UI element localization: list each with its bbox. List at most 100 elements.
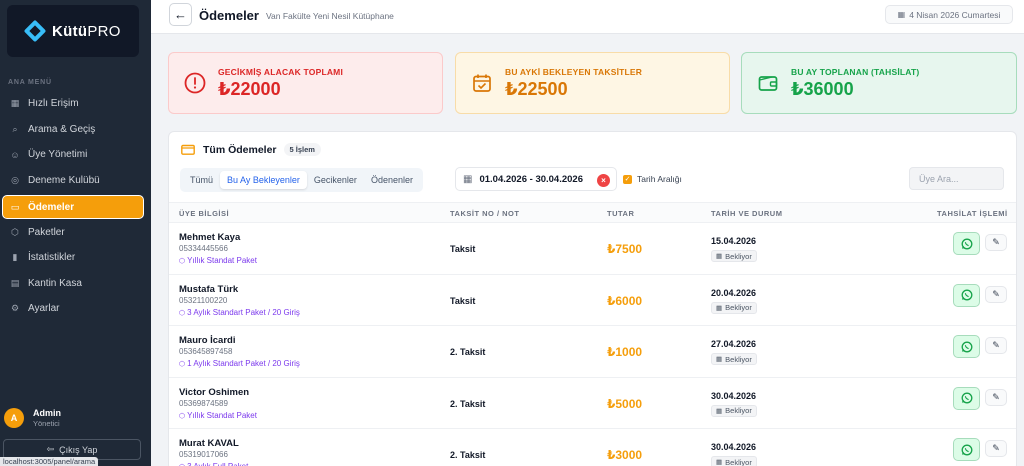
status-badge: ▦ Bekliyor — [711, 456, 757, 466]
page-header: ← Ödemeler Van Fakülte Yeni Nesil Kütüph… — [151, 0, 1024, 34]
chart-icon: ▮ — [12, 252, 18, 263]
sidebar-item--ye-y-netimi[interactable]: ☺ Üye Yönetimi — [0, 142, 151, 168]
member-package-text: Yıllık Standat Paket — [187, 410, 257, 420]
whatsapp-button[interactable] — [953, 232, 980, 255]
date-range-toggle-label: Tarih Aralığı — [637, 174, 682, 184]
overdue-label: GECİKMİŞ ALACAK TOPLAMI — [218, 66, 344, 77]
browser-status-url: localhost:3005/panel/arama — [0, 457, 99, 466]
sidebar-item-paketler[interactable]: ⬡ Paketler — [0, 219, 151, 245]
member-name: Murat KAVAL — [179, 438, 239, 449]
user-role: Yönetici — [33, 419, 60, 428]
calendar-icon: ▦ — [463, 173, 473, 185]
sidebar-item-i-statistikler[interactable]: ▮ İstatistikler — [0, 245, 151, 271]
member-package: ⬡3 Aylık Full Paket — [179, 462, 248, 466]
whatsapp-button[interactable] — [953, 386, 980, 410]
amount: ₺1000 — [607, 345, 643, 359]
calendar-check-icon — [471, 72, 493, 94]
edit-button[interactable]: ✎ — [985, 234, 1007, 251]
user-name: Admin — [33, 408, 61, 418]
calendar-icon: ▦ — [716, 304, 723, 312]
sidebar-item-label: Arama & Geçiş — [28, 123, 96, 135]
member-search-input[interactable] — [909, 167, 1004, 190]
checkbox-checked-icon[interactable]: ✓ — [623, 174, 632, 184]
calendar-icon: ▦ — [716, 356, 723, 363]
collected-label: BU AY TOPLANAN (TAHSİLAT) — [791, 66, 920, 77]
sidebar-item-label: Kantin Kasa — [28, 277, 82, 289]
table-row: Mehmet Kaya 05334445566 ⬡ Yıllık Standat Pa… — [169, 223, 1016, 275]
transaction-count-badge: 5 İşlem — [283, 143, 321, 156]
filter-tab-1[interactable]: Bu Ay Bekleyenler — [220, 171, 307, 189]
sidebar-item--demeler[interactable]: ▭ Ödemeler — [2, 195, 144, 220]
member-package-text: 3 Aylık Standart Paket / 20 Giriş — [187, 307, 300, 317]
member-name: Victor Oshimen — [179, 386, 250, 398]
calendar-icon: ▦ — [897, 10, 906, 19]
gear-icon: ⚙ — [10, 303, 20, 314]
due-date: 20.04.2026 — [711, 287, 757, 298]
whatsapp-button[interactable] — [953, 283, 980, 307]
status-text: Bekliyor — [725, 251, 752, 261]
status-text: Bekliyor — [725, 303, 752, 312]
edit-button[interactable]: ✎ — [985, 440, 1007, 457]
table-row: Mauro İcardi 053645897458 ⬡ 1 Aylık Standar… — [169, 326, 1016, 378]
member-package: ⬡ Yıllık Standat Paket — [179, 256, 257, 265]
clear-date-range-icon[interactable]: × — [597, 174, 610, 187]
whatsapp-icon — [961, 238, 973, 250]
overdue-total-card: GECİKMİŞ ALACAK TOPLAMI ₺22000 — [168, 52, 443, 114]
pending-installments-card: BU AYKİ BEKLEYEN TAKSİTLER ₺22500 — [455, 52, 730, 114]
edit-button[interactable]: ✎ — [985, 388, 1007, 406]
edit-button[interactable]: ✎ — [985, 337, 1007, 354]
sidebar-item-ayarlar[interactable]: ⚙ Ayarlar — [0, 296, 151, 322]
col-amount: TUTAR — [607, 209, 635, 218]
member-package-text: Yıllık Standat Paket — [187, 256, 257, 265]
sidebar: KütüPRO ANA MENÜ ▦ Hızlı Erişim ⌕ Arama & G… — [0, 0, 151, 466]
pencil-icon: ✎ — [992, 288, 1000, 299]
member-phone: 053645897458 — [179, 347, 233, 356]
member-phone: 05334445566 — [179, 244, 228, 253]
status-badge: ▦ Bekliyor — [711, 301, 757, 314]
app-logo[interactable]: KütüPRO — [7, 5, 139, 57]
status-badge: ▦ Bekliyor — [711, 353, 757, 365]
sidebar-item-label: Ödemeler — [28, 201, 75, 213]
whatsapp-button[interactable] — [953, 438, 980, 461]
back-button[interactable]: ← — [169, 3, 192, 26]
date-range-picker[interactable]: ▦ 01.04.2026 - 30.04.2026 × — [455, 167, 617, 191]
current-date-text: 4 Nisan 2026 Cumartesi — [909, 9, 1001, 20]
edit-button[interactable]: ✎ — [985, 285, 1007, 303]
pending-label: BU AYKİ BEKLEYEN TAKSİTLER — [505, 66, 643, 77]
whatsapp-icon — [961, 444, 973, 456]
installment-no: Taksit — [450, 295, 476, 306]
user-profile[interactable]: A Admin Yönetici — [4, 408, 61, 428]
avatar: A — [4, 408, 24, 428]
calendar-icon: ▦ — [716, 407, 723, 415]
logout-icon: ⇦ — [46, 444, 55, 454]
sidebar-item-h-zl-eri-im[interactable]: ▦ Hızlı Erişim — [0, 91, 151, 117]
whatsapp-button[interactable] — [953, 335, 980, 358]
sidebar-item-label: Hızlı Erişim — [28, 98, 79, 110]
status-badge: ▦ Bekliyor — [711, 404, 757, 417]
pencil-icon: ✎ — [992, 340, 1000, 350]
due-date: 27.04.2026 — [711, 339, 757, 349]
sidebar-item-deneme-kul-b-[interactable]: ◎ Deneme Kulübü — [0, 168, 151, 194]
sidebar-item-arama-ge-i-[interactable]: ⌕ Arama & Geçiş — [0, 117, 151, 143]
overdue-value: ₺22000 — [218, 78, 281, 99]
sidebar-item-label: Ayarlar — [28, 303, 60, 315]
wallet-icon — [757, 72, 779, 94]
target-icon: ◎ — [11, 175, 19, 186]
wallet-icon: ▭ — [10, 201, 20, 212]
date-range-toggle[interactable]: ✓ Tarih Aralığı — [623, 174, 682, 184]
installment-no: Taksit — [450, 244, 476, 254]
amount: ₺7500 — [607, 242, 643, 256]
sidebar-item-label: Üye Yönetimi — [28, 149, 88, 161]
filter-tab-2[interactable]: Gecikenler — [307, 171, 364, 189]
arrow-left-icon: ← — [174, 7, 187, 22]
whatsapp-icon — [961, 289, 973, 301]
sidebar-item-kantin-kasa[interactable]: ▤ Kantin Kasa — [0, 271, 151, 297]
date-range-text: 01.04.2026 - 30.04.2026 — [479, 173, 583, 185]
member-name: Mustafa Türk — [179, 283, 239, 295]
status-text: Bekliyor — [725, 406, 752, 415]
calendar-icon: ▦ — [716, 459, 723, 466]
filter-tab-3[interactable]: Ödenenler — [364, 171, 420, 189]
filter-tab-0[interactable]: Tümü — [183, 171, 220, 189]
sidebar-item-label: İstatistikler — [28, 252, 76, 264]
amount: ₺5000 — [607, 396, 643, 411]
